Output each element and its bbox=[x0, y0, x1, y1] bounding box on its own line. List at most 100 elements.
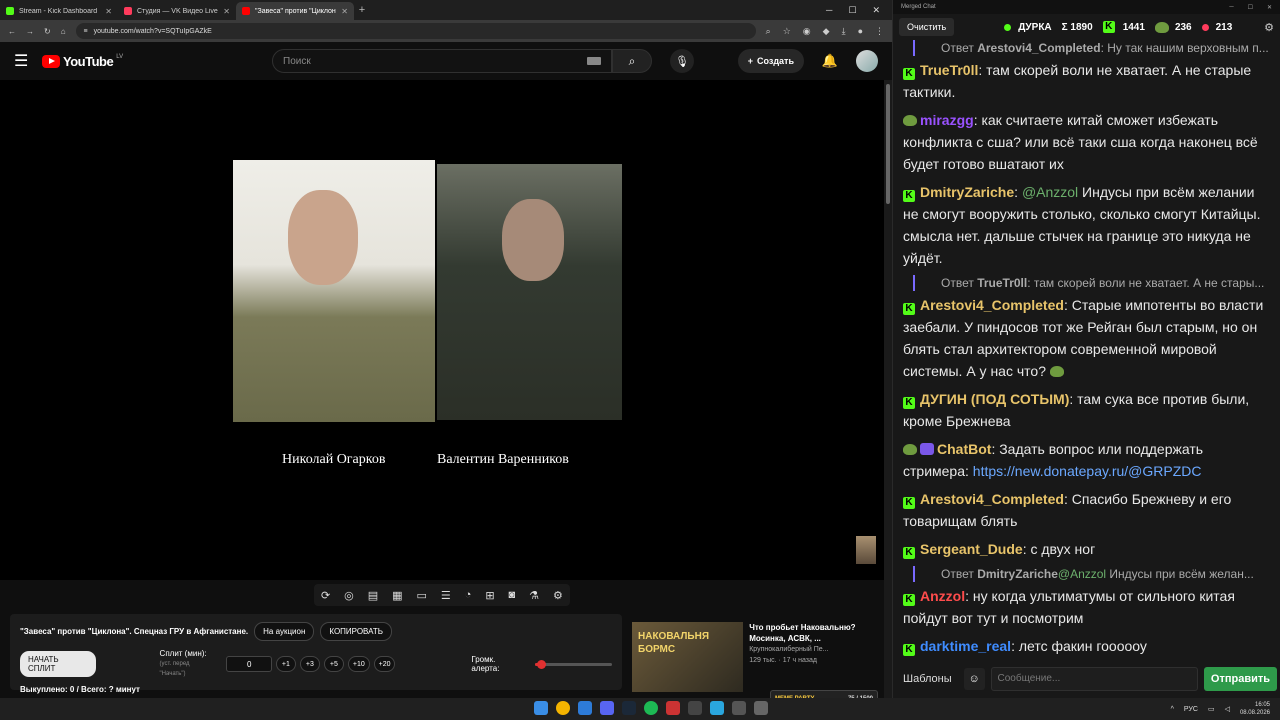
chrome-icon[interactable] bbox=[556, 701, 570, 715]
start-menu-icon[interactable] bbox=[534, 701, 548, 715]
clear-chat-button[interactable]: Очистить bbox=[899, 18, 955, 36]
alert-volume-slider[interactable] bbox=[534, 659, 612, 669]
split-minutes-input[interactable]: 0 bbox=[226, 656, 272, 672]
screenshot-icon[interactable]: ◙ bbox=[509, 589, 516, 601]
copy-button[interactable]: КОПИРОВАТЬ bbox=[320, 622, 392, 641]
chat-link[interactable]: https://new.donatepay.ru/@GRPZDC bbox=[973, 463, 1202, 479]
emoji-picker-icon[interactable]: ☺ bbox=[963, 668, 985, 690]
voice-search-button[interactable]: 🎙 bbox=[670, 49, 694, 73]
chat-mention[interactable]: @Anzzol bbox=[1022, 184, 1078, 200]
minimize-icon[interactable]: ─ bbox=[826, 5, 832, 16]
reply-username[interactable]: TrueTr0ll bbox=[977, 276, 1027, 290]
discord-icon[interactable] bbox=[600, 701, 614, 715]
reply-preview[interactable]: Ответ TrueTr0ll: там скорей воли не хват… bbox=[913, 275, 1272, 291]
tab-youtube-video[interactable]: "Завеса" против "Циклона". С... ✕ bbox=[236, 2, 354, 20]
loop-icon[interactable]: ⟳ bbox=[321, 589, 330, 602]
step-plus-1-button[interactable]: +1 bbox=[275, 656, 296, 672]
slider-knob[interactable] bbox=[537, 659, 547, 669]
maximize-icon[interactable]: ☐ bbox=[848, 5, 856, 16]
hamburger-menu-icon[interactable]: ☰ bbox=[14, 51, 42, 71]
explorer-icon[interactable] bbox=[578, 701, 592, 715]
search-button[interactable]: ⌕ bbox=[612, 49, 652, 73]
channel-watermark[interactable] bbox=[856, 536, 876, 564]
close-tab-icon[interactable]: ✕ bbox=[341, 7, 348, 16]
app-icon[interactable] bbox=[754, 701, 768, 715]
reply-username[interactable]: DmitryZariche bbox=[977, 567, 1058, 581]
settings-gear-icon[interactable]: ⚙ bbox=[553, 589, 563, 602]
reply-mention[interactable]: @Anzzol bbox=[1058, 567, 1106, 581]
minimize-icon[interactable]: ─ bbox=[1229, 4, 1233, 11]
telegram-icon[interactable] bbox=[710, 701, 724, 715]
avatar[interactable] bbox=[856, 50, 878, 72]
start-split-button[interactable]: НАЧАТЬ СПЛИТ bbox=[20, 651, 96, 677]
miniplayer-icon[interactable]: ▭ bbox=[417, 589, 427, 602]
flask-icon[interactable]: ⚗ bbox=[529, 589, 539, 602]
close-tab-icon[interactable]: ✕ bbox=[223, 7, 230, 16]
tab-vk-studio[interactable]: Студия — VK Видео Live ✕ bbox=[118, 2, 236, 20]
download-icon[interactable]: ⤓ bbox=[842, 26, 846, 37]
recommended-thumbnail[interactable]: НАКОВАЛЬНЯ БОРМС bbox=[632, 622, 744, 692]
new-tab-icon[interactable]: + bbox=[354, 4, 370, 16]
maximize-icon[interactable]: ☐ bbox=[1248, 4, 1253, 11]
close-window-icon[interactable]: ✕ bbox=[872, 5, 880, 16]
step-plus-10-button[interactable]: +10 bbox=[347, 656, 370, 672]
app-icon[interactable] bbox=[688, 701, 702, 715]
spotify-icon[interactable] bbox=[644, 701, 658, 715]
site-info-icon[interactable]: ≡ bbox=[84, 28, 88, 35]
obs-icon[interactable] bbox=[666, 701, 680, 715]
tray-chevron-icon[interactable]: ^ bbox=[1171, 706, 1174, 713]
recommended-channel[interactable]: Крупнокалиберный Пе... bbox=[749, 644, 882, 655]
step-plus-3-button[interactable]: +3 bbox=[299, 656, 320, 672]
clapper-icon[interactable]: ▦ bbox=[392, 589, 402, 602]
steam-icon[interactable] bbox=[622, 701, 636, 715]
chat-settings-gear-icon[interactable]: ⚙ bbox=[1264, 21, 1274, 34]
chat-username[interactable]: DmitryZariche bbox=[920, 184, 1014, 200]
send-button[interactable]: Отправить bbox=[1203, 667, 1277, 691]
speed-icon[interactable]: ◔ bbox=[465, 589, 472, 601]
extension-icon[interactable]: ◆ bbox=[823, 26, 830, 37]
profile-icon[interactable]: ● bbox=[858, 26, 863, 36]
forward-icon[interactable]: → bbox=[26, 27, 34, 36]
step-plus-5-button[interactable]: +5 bbox=[323, 656, 344, 672]
url-field[interactable]: ≡ youtube.com/watch?v=SQTuIpGAZkE bbox=[75, 23, 756, 39]
language-indicator[interactable]: РУС bbox=[1184, 706, 1198, 713]
menu-icon[interactable]: ⋮ bbox=[875, 26, 884, 37]
to-auction-button[interactable]: На аукцион bbox=[254, 622, 315, 641]
chat-username[interactable]: Sergeant_Dude bbox=[920, 541, 1023, 557]
templates-button[interactable]: Шаблоны bbox=[897, 667, 958, 691]
chat-username[interactable]: Anzzol bbox=[920, 588, 965, 604]
bookmark-star-icon[interactable]: ☆ bbox=[783, 26, 791, 37]
notifications-bell-icon[interactable]: 🔔 bbox=[818, 53, 842, 69]
extension-icon[interactable]: ◉ bbox=[803, 26, 811, 37]
create-button[interactable]: + Создать bbox=[737, 49, 804, 73]
step-plus-20-button[interactable]: +20 bbox=[373, 656, 396, 672]
back-icon[interactable]: ← bbox=[8, 27, 16, 36]
video-player[interactable]: Николай Огарков Валентин Варенников bbox=[0, 80, 884, 580]
search-input[interactable]: Поиск bbox=[272, 49, 612, 73]
message-input[interactable]: Сообщение... bbox=[990, 667, 1198, 691]
chat-username[interactable]: mirazgg bbox=[920, 112, 974, 128]
recommended-video[interactable]: НАКОВАЛЬНЯ БОРМС Что пробьет Наковальню?… bbox=[632, 622, 882, 698]
chat-username[interactable]: TrueTr0ll bbox=[920, 62, 978, 78]
reply-preview[interactable]: Ответ Arestovi4_Completed: Ну так нашим … bbox=[913, 40, 1272, 56]
network-icon[interactable]: ▭ bbox=[1208, 705, 1215, 713]
add-icon[interactable]: ⊞ bbox=[485, 589, 494, 602]
volume-icon[interactable]: ◁ bbox=[1225, 705, 1230, 713]
tab-kick-dashboard[interactable]: Stream - Kick Dashboard ✕ bbox=[0, 2, 118, 20]
broadcast-icon[interactable]: ◎ bbox=[344, 589, 354, 602]
reply-preview[interactable]: Ответ DmitryZariche@Anzzol Индусы при вс… bbox=[913, 566, 1272, 582]
youtube-logo[interactable]: YouTube LV bbox=[42, 54, 242, 69]
chat-username[interactable]: Arestovi4_Completed bbox=[920, 297, 1064, 313]
page-scrollbar[interactable] bbox=[884, 80, 892, 698]
reload-icon[interactable]: ↻ bbox=[44, 27, 51, 36]
close-window-icon[interactable]: ✕ bbox=[1267, 4, 1272, 11]
app-icon[interactable] bbox=[732, 701, 746, 715]
chat-username[interactable]: ДУГИН (ПОД СОТЫМ) bbox=[920, 391, 1069, 407]
close-tab-icon[interactable]: ✕ bbox=[105, 7, 112, 16]
chat-username[interactable]: darktime_real bbox=[920, 638, 1011, 654]
reply-username[interactable]: Arestovi4_Completed bbox=[977, 41, 1100, 55]
zoom-icon[interactable]: ⌕ bbox=[766, 26, 771, 37]
playlist-icon[interactable]: ▤ bbox=[368, 589, 378, 602]
recommended-title[interactable]: Что пробьет Наковальню? Мосинка, АСВК, .… bbox=[749, 622, 882, 644]
subtitles-icon[interactable]: ☰ bbox=[441, 589, 451, 602]
